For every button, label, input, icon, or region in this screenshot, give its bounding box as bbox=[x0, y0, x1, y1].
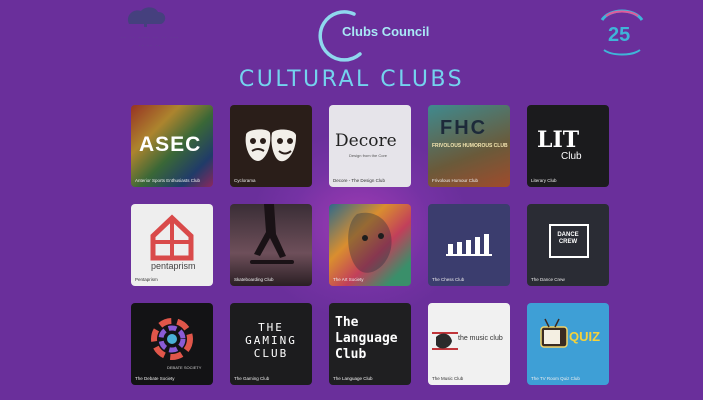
anniversary-logo: 25 bbox=[596, 6, 648, 58]
club-tile-music[interactable]: the music club The Music Club bbox=[428, 303, 510, 385]
clubs-grid: ASEC Anterior Sports Enthusiasts Club Cy… bbox=[131, 105, 609, 385]
club-caption: The Chess Club bbox=[432, 277, 465, 282]
club-tile-fhc[interactable]: FHC FRIVOLOUS HUMOROUS CLUB Frivolous Hu… bbox=[428, 105, 510, 187]
club-tile-debate[interactable]: DEBATE SOCIETY The Debate Society bbox=[131, 303, 213, 385]
council-name: Clubs Council bbox=[342, 24, 430, 39]
club-logo-text: the music club bbox=[458, 335, 503, 342]
club-logo-text: THE GAMING CLUB bbox=[245, 321, 297, 360]
club-caption: Cyclorama bbox=[234, 178, 256, 183]
club-tile-dance[interactable]: DANCE CREW The Dance Crew bbox=[527, 204, 609, 286]
club-caption: The TV Room Quiz Club bbox=[531, 376, 580, 381]
club-logo-text: pentaprism bbox=[151, 261, 196, 271]
club-tile-literary[interactable]: LIT Club Literary Club bbox=[527, 105, 609, 187]
club-caption: Pentaprism bbox=[135, 277, 158, 282]
club-tile-asec[interactable]: ASEC Anterior Sports Enthusiasts Club bbox=[131, 105, 213, 187]
club-caption: The Dance Crew bbox=[531, 277, 565, 282]
chess-pieces-icon bbox=[446, 234, 492, 256]
debate-wheel-icon bbox=[151, 318, 193, 360]
club-tile-language[interactable]: The Language Club The Language Club bbox=[329, 303, 411, 385]
club-logo-text: QUIZ bbox=[569, 329, 601, 344]
club-logo-text: Decore bbox=[335, 131, 397, 151]
club-logo-subtext: FRIVOLOUS HUMOROUS CLUB bbox=[432, 143, 508, 149]
club-caption: The Debate Society bbox=[135, 376, 175, 381]
club-logo-text: ASEC bbox=[139, 133, 202, 156]
club-caption: The Art Society bbox=[333, 277, 364, 282]
club-caption: Literary Club bbox=[531, 178, 557, 183]
club-caption: Anterior Sports Enthusiasts Club bbox=[135, 178, 201, 183]
club-logo-text: DANCE CREW bbox=[557, 232, 579, 245]
club-logo-text: The Language Club bbox=[335, 315, 398, 362]
club-caption: Frivolous Humour Club bbox=[432, 178, 479, 183]
club-tile-pentaprism[interactable]: pentaprism Pentaprism bbox=[131, 204, 213, 286]
tv-set-icon bbox=[540, 318, 568, 348]
page-title: CULTURAL CLUBS bbox=[238, 67, 465, 92]
club-logo-text: DEBATE SOCIETY bbox=[167, 365, 202, 370]
clubs-council-logo: Clubs Council bbox=[314, 10, 434, 62]
pentaprism-emblem-icon bbox=[150, 214, 194, 261]
skateboarder-icon bbox=[250, 204, 294, 264]
club-tile-skateboarding[interactable]: Skateboarding Club bbox=[230, 204, 312, 286]
club-tile-art-society[interactable]: The Art Society bbox=[329, 204, 411, 286]
club-logo-text: FHC bbox=[440, 117, 488, 139]
club-caption: The Language Club bbox=[333, 376, 373, 381]
left-institute-logo: ·· ·· ···· ·· ·· ··· ·· ·· ·· bbox=[95, 6, 205, 56]
club-tile-decore[interactable]: Decore Design from the Core Decore - The… bbox=[329, 105, 411, 187]
club-tile-quiz[interactable]: QUIZ The TV Room Quiz Club bbox=[527, 303, 609, 385]
painted-face-icon bbox=[348, 212, 392, 273]
club-caption: Decore - The Design Club bbox=[333, 178, 385, 183]
club-tile-chess[interactable]: The Chess Club bbox=[428, 204, 510, 286]
club-tile-cyclorama[interactable]: Cyclorama bbox=[230, 105, 312, 187]
club-tile-gaming[interactable]: THE GAMING CLUB The Gaming Club bbox=[230, 303, 312, 385]
tree-emblem-icon bbox=[127, 7, 166, 27]
theatre-masks-icon bbox=[245, 129, 297, 162]
club-caption: Skateboarding Club bbox=[234, 277, 274, 282]
institute-name-text: ·· ·· ···· ·· ·· ··· ·· ·· ·· bbox=[120, 35, 180, 49]
club-logo-text: LIT bbox=[537, 127, 580, 153]
anniversary-number: 25 bbox=[608, 24, 631, 46]
club-caption: The Music Club bbox=[432, 376, 464, 381]
club-caption: The Gaming Club bbox=[234, 376, 270, 381]
club-logo-subtext: Design from the Core bbox=[349, 153, 388, 158]
club-logo-subtext: Club bbox=[561, 151, 582, 162]
music-instrument-icon bbox=[432, 332, 458, 350]
